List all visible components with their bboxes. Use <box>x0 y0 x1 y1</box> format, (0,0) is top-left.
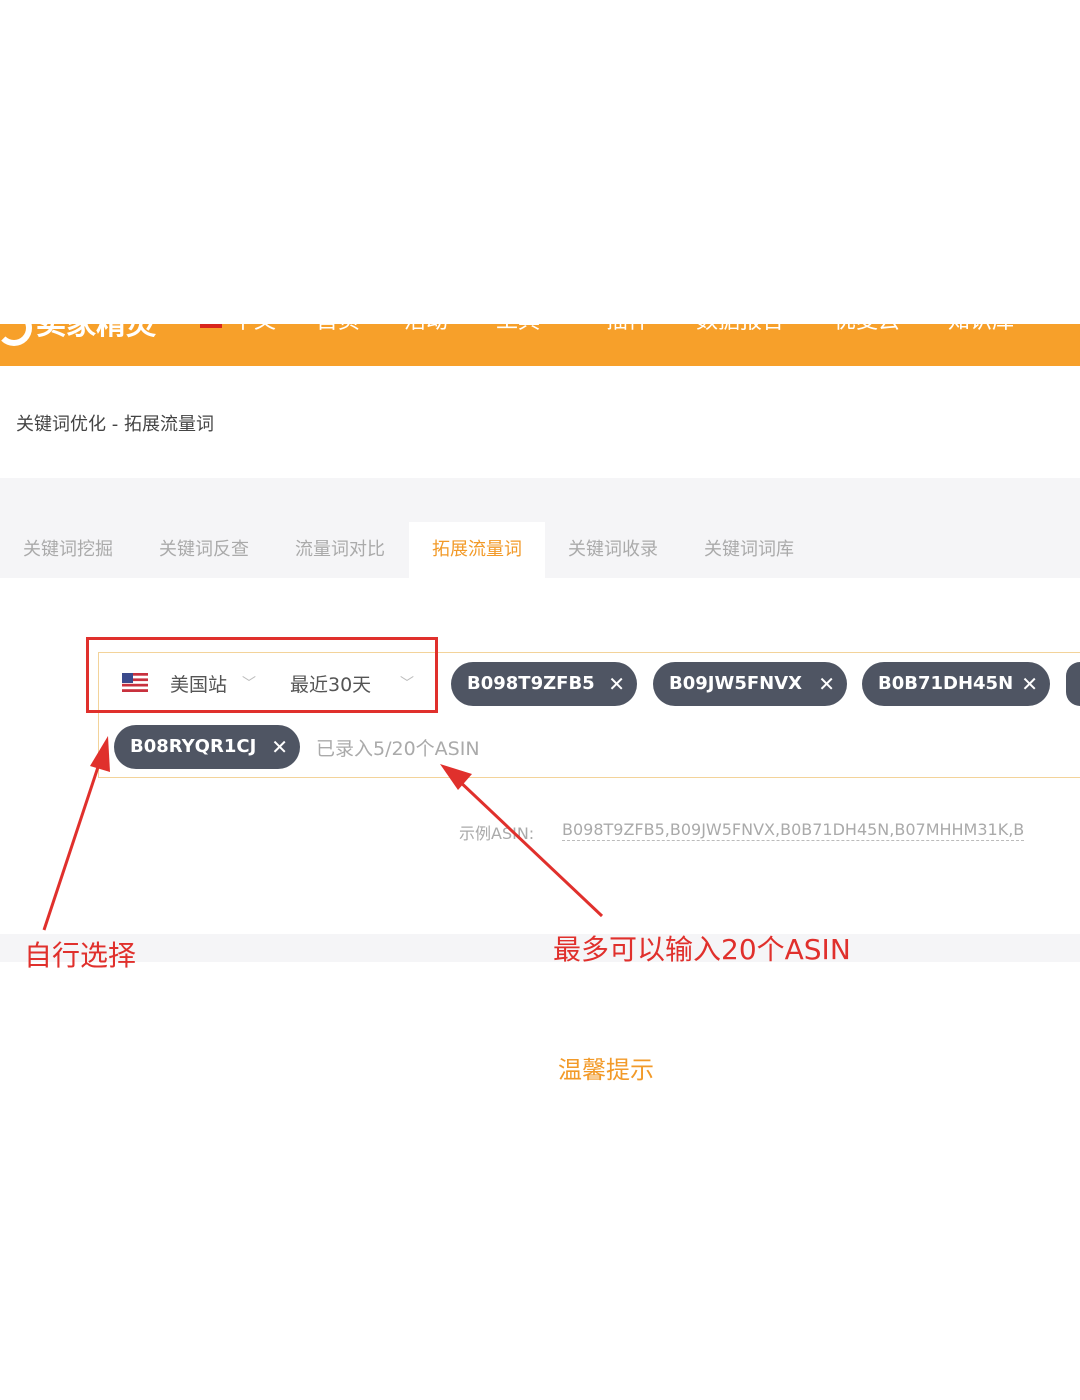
arrow-head-right <box>440 764 472 790</box>
tips-title: 温馨提示 <box>558 1056 654 1084</box>
annotation-self-select: 自行选择 <box>24 939 137 972</box>
annotation-arrows <box>42 736 604 931</box>
arrow-head-left <box>90 736 110 772</box>
arrow-line-left <box>42 751 105 931</box>
annotation-max-asin: 最多可以输入20个ASIN <box>553 933 851 966</box>
arrow-line-right <box>454 776 604 918</box>
